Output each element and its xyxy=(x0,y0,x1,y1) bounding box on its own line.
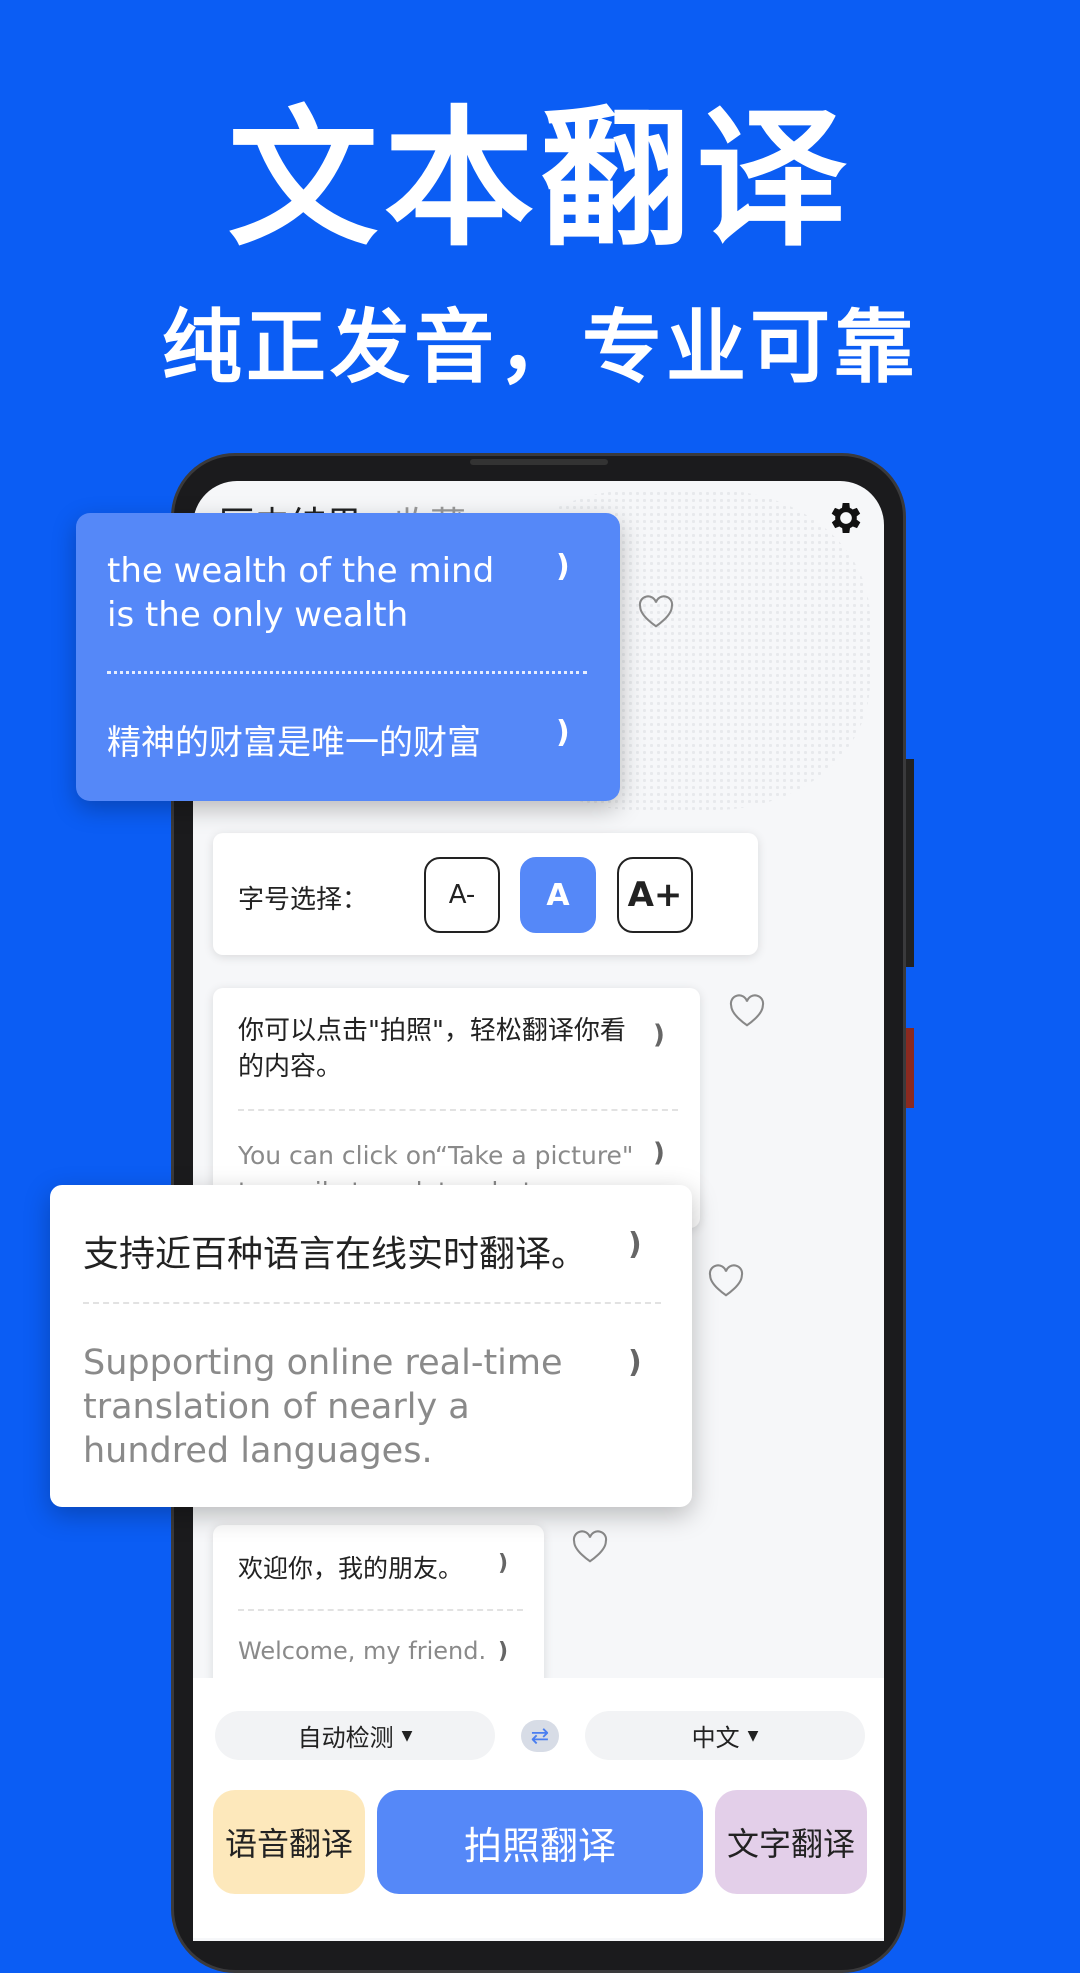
font-smaller-button[interactable]: A- xyxy=(424,857,500,933)
source-language-label: 自动检测 xyxy=(297,1724,394,1752)
swap-arrows-icon[interactable]: ⇄ xyxy=(521,1720,559,1752)
divider xyxy=(107,671,587,674)
target-language-select[interactable]: 中文 ▼ xyxy=(585,1711,865,1760)
highlight-target-text: 精神的财富是唯一的财富 xyxy=(107,723,481,763)
highlight-source-text: the wealth of the mind is the only wealt… xyxy=(107,551,495,635)
caret-down-icon: ▼ xyxy=(401,1727,413,1744)
font-larger-button[interactable]: A+ xyxy=(617,857,693,933)
divider xyxy=(238,1609,523,1611)
font-size-card: 字号选择： A- A A+ xyxy=(213,833,758,955)
history-card-highlight[interactable]: 支持近百种语言在线实时翻译。 ) Supporting online real-… xyxy=(50,1185,692,1507)
target-language-label: 中文 xyxy=(691,1724,740,1752)
heart-icon[interactable] xyxy=(637,594,675,630)
history-source-text: 你可以点击"拍照"，轻松翻译你看的内容。 xyxy=(238,1016,626,1082)
history-source-text: 支持近百种语言在线实时翻译。 xyxy=(83,1234,588,1275)
phone-power-button xyxy=(906,1028,914,1108)
history-target-text: Welcome, my friend. xyxy=(238,1637,487,1665)
history-target-text: Supporting online real-time translation … xyxy=(83,1343,563,1471)
speaker-icon[interactable]: ) xyxy=(653,1138,665,1168)
highlight-translation-card: the wealth of the mind is the only wealt… xyxy=(76,513,620,801)
speaker-icon[interactable]: ) xyxy=(556,715,570,750)
heart-icon[interactable] xyxy=(571,1529,609,1565)
heart-icon[interactable] xyxy=(707,1263,745,1299)
divider xyxy=(238,1109,678,1111)
font-size-label: 字号选择： xyxy=(238,885,369,915)
photo-translate-button[interactable]: 拍照翻译 xyxy=(377,1790,703,1894)
hero-title: 文本翻译 xyxy=(227,93,852,267)
font-normal-button[interactable]: A xyxy=(520,857,596,933)
speaker-icon[interactable]: ) xyxy=(653,1020,665,1050)
text-translate-button[interactable]: 文字翻译 xyxy=(715,1790,867,1894)
hero-subtitle: 纯正发音，专业可靠 xyxy=(162,301,918,394)
heart-icon[interactable] xyxy=(728,993,766,1029)
gear-icon[interactable] xyxy=(826,498,866,538)
speaker-icon[interactable]: ) xyxy=(498,1639,508,1664)
divider xyxy=(83,1302,661,1304)
speaker-icon[interactable]: ) xyxy=(498,1551,508,1576)
caret-down-icon: ▼ xyxy=(747,1727,759,1744)
speaker-icon[interactable]: ) xyxy=(556,549,570,584)
source-language-select[interactable]: 自动检测 ▼ xyxy=(215,1711,495,1760)
phone-side-button xyxy=(906,759,914,967)
speaker-icon[interactable]: ) xyxy=(628,1227,642,1262)
speaker-icon[interactable]: ) xyxy=(628,1345,642,1380)
history-source-text: 欢迎你，我的朋友。 xyxy=(238,1554,464,1583)
voice-translate-button[interactable]: 语音翻译 xyxy=(213,1790,365,1894)
phone-speaker-grill xyxy=(470,459,608,465)
